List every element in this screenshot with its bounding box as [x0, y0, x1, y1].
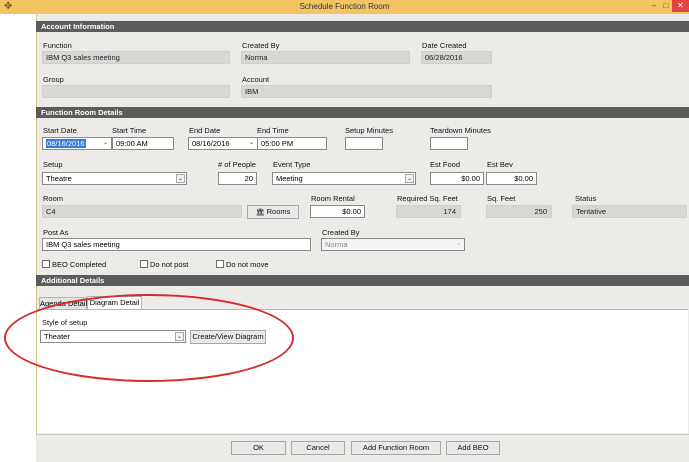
- start-date-value: 08/16/2016: [46, 139, 86, 148]
- style-of-setup-value: Theater: [44, 332, 70, 341]
- est-food-label: Est Food: [430, 160, 461, 169]
- group-field: [42, 85, 230, 98]
- function-room-header: Function Room Details: [36, 107, 689, 118]
- function-field: IBM Q3 sales meeting: [42, 51, 230, 64]
- do-not-post-label: Do not post: [150, 260, 189, 269]
- chevron-down-icon[interactable]: ⌄: [454, 240, 463, 249]
- room-rental-label: Room Rental: [311, 194, 355, 203]
- created-by-select-value: Norma: [325, 240, 348, 249]
- event-type-label: Event Type: [273, 160, 311, 169]
- additional-details-header: Additional Details: [36, 275, 689, 286]
- est-food-input[interactable]: $0.00: [430, 172, 484, 185]
- group-label: Group: [43, 75, 64, 84]
- required-sqft-field: 174: [396, 205, 461, 218]
- account-info-header: Account Information: [36, 21, 689, 32]
- style-of-setup-label: Style of setup: [42, 318, 88, 327]
- setup-select-value: Theatre: [46, 174, 72, 183]
- end-time-label: End Time: [257, 126, 289, 135]
- end-date-value: 08/16/2016: [192, 139, 230, 148]
- end-date-picker[interactable]: 08/16/2016 ⌄: [188, 137, 258, 150]
- people-input[interactable]: 20: [218, 172, 257, 185]
- sqft-field: 250: [486, 205, 552, 218]
- title-bar: ✥ Schedule Function Room – □ ✕: [0, 0, 689, 14]
- est-bev-label: Est Bev: [487, 160, 513, 169]
- sqft-label: Sq. Feet: [487, 194, 516, 203]
- status-label: Status: [575, 194, 597, 203]
- required-sqft-label: Required Sq. Feet: [397, 194, 458, 203]
- end-date-label: End Date: [189, 126, 221, 135]
- post-as-label: Post As: [43, 228, 69, 237]
- rooms-icon: 🏛: [255, 209, 265, 216]
- minimize-button[interactable]: –: [648, 0, 660, 12]
- account-field: IBM: [241, 85, 492, 98]
- left-frame: [0, 14, 36, 462]
- created-by-select[interactable]: Norma ⌄: [321, 238, 465, 251]
- room-rental-input[interactable]: $0.00: [310, 205, 365, 218]
- rooms-button[interactable]: 🏛 Rooms: [247, 205, 299, 219]
- chevron-down-icon[interactable]: ⌄: [176, 174, 185, 183]
- beo-completed-checkbox[interactable]: [42, 260, 50, 268]
- people-label: # of People: [218, 160, 256, 169]
- status-field: Tentative: [572, 205, 687, 218]
- add-beo-button[interactable]: Add BEO: [446, 441, 500, 455]
- start-date-label: Start Date: [43, 126, 77, 135]
- post-as-input[interactable]: IBM Q3 sales meeting: [42, 238, 311, 251]
- setup-minutes-label: Setup Minutes: [345, 126, 393, 135]
- function-label: Function: [43, 41, 72, 50]
- style-of-setup-select[interactable]: Theater ⌄: [40, 330, 186, 343]
- tab-agenda-detail[interactable]: Agenda Detail: [39, 297, 87, 309]
- beo-completed-label: BEO Completed: [52, 260, 107, 269]
- setup-label: Setup: [43, 160, 63, 169]
- created-by-field: Norma: [241, 51, 410, 64]
- chevron-down-icon[interactable]: ⌄: [405, 174, 414, 183]
- start-date-picker[interactable]: 08/16/2016 ⌄: [42, 137, 112, 150]
- maximize-button[interactable]: □: [660, 0, 672, 12]
- tab-diagram-detail[interactable]: Diagram Detail: [87, 296, 142, 310]
- do-not-move-label: Do not move: [226, 260, 269, 269]
- event-type-select[interactable]: Meeting ⌄: [272, 172, 416, 185]
- add-function-room-button[interactable]: Add Function Room: [351, 441, 441, 455]
- setup-select[interactable]: Theatre ⌄: [42, 172, 187, 185]
- start-time-label: Start Time: [112, 126, 147, 135]
- room-field: C4: [42, 205, 242, 218]
- rooms-button-label: Rooms: [266, 207, 291, 216]
- start-time-input[interactable]: 09:00 AM: [112, 137, 174, 150]
- create-view-diagram-button[interactable]: Create/View Diagram: [190, 330, 266, 344]
- chevron-down-icon[interactable]: ⌄: [175, 332, 184, 341]
- ok-button[interactable]: OK: [231, 441, 286, 455]
- date-created-field: 06/28/2016: [421, 51, 492, 64]
- date-created-label: Date Created: [422, 41, 467, 50]
- close-button[interactable]: ✕: [672, 0, 689, 12]
- cancel-button[interactable]: Cancel: [291, 441, 345, 455]
- teardown-minutes-input[interactable]: [430, 137, 468, 150]
- chevron-down-icon[interactable]: ⌄: [101, 139, 110, 148]
- setup-minutes-input[interactable]: [345, 137, 383, 150]
- est-bev-input[interactable]: $0.00: [486, 172, 537, 185]
- event-type-value: Meeting: [276, 174, 303, 183]
- do-not-move-checkbox[interactable]: [216, 260, 224, 268]
- end-time-input[interactable]: 05:00 PM: [257, 137, 327, 150]
- teardown-minutes-label: Teardown Minutes: [430, 126, 491, 135]
- created-by-label: Created By: [242, 41, 280, 50]
- diagram-detail-panel: [37, 309, 688, 433]
- window-title: Schedule Function Room: [299, 2, 390, 11]
- account-label: Account: [242, 75, 270, 84]
- chevron-down-icon[interactable]: ⌄: [247, 139, 256, 148]
- do-not-post-checkbox[interactable]: [140, 260, 148, 268]
- room-label: Room: [43, 194, 64, 203]
- created-by-label-2: Created By: [322, 228, 360, 237]
